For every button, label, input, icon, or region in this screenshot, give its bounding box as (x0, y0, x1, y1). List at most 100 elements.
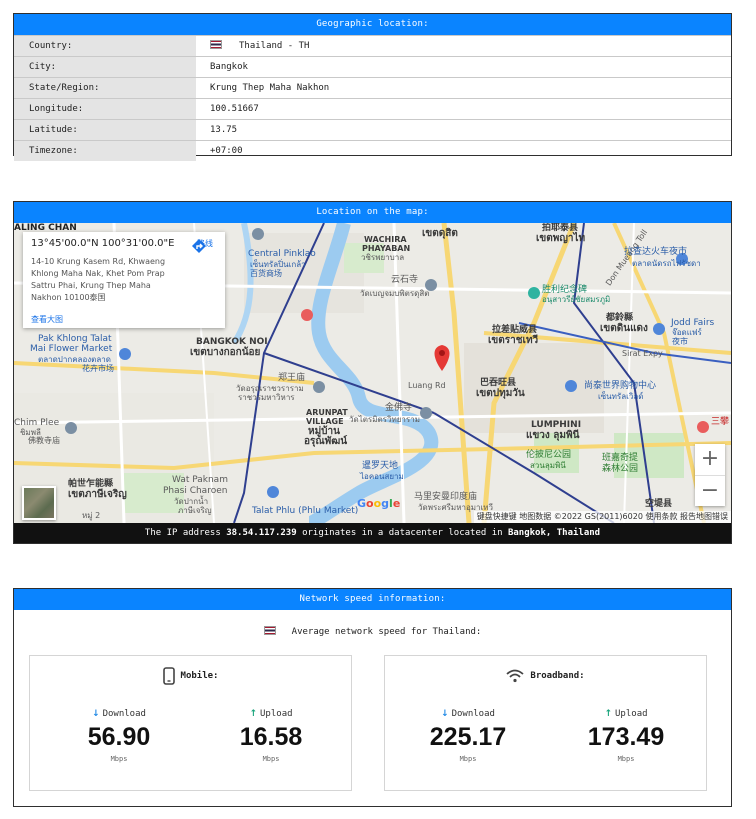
mobile-title: Mobile: (30, 664, 351, 688)
map-label: Jodd Fairs (671, 318, 715, 328)
ip-address: 38.54.117.239 (226, 528, 297, 538)
country-value: Thailand - TH (239, 41, 310, 51)
geo-row-region: State/Region: Krung Thep Maha Nakhon (14, 77, 731, 98)
unit-label: Mbps (110, 755, 128, 763)
upload-label: Upload (615, 709, 648, 719)
geo-row-city: City: Bangkok (14, 56, 731, 77)
map-label: เขตดินแดง (600, 323, 648, 334)
broadband-upload-value: 173.49 (587, 723, 665, 751)
map-label: 拉差贴威县 (492, 325, 538, 335)
map-label: อนุสาวรีย์ชัยสมรภูมิ (542, 295, 611, 304)
map-header: Location on the map: (14, 202, 731, 223)
map-label: วัดไตรมิตรวิทยาราม (349, 415, 420, 424)
map-label: ตลาดนัดรถไฟรัชดา (632, 259, 701, 268)
map-label: เขตภาษีเจริญ (68, 489, 127, 500)
map-attribution[interactable]: 键盘快捷键 地图数据 ©2022 GS(2011)6020 使用条款 报告地图错… (473, 511, 731, 523)
directions-button[interactable]: 路线 (191, 238, 219, 253)
info-coordinates: 13°45'00.0"N 100°31'00.0"E (31, 238, 175, 249)
map-label: Talat Phlu (Phlu Market) (252, 506, 359, 516)
map-label: 班嘉奇提 (602, 453, 639, 463)
speed-header: Network speed information: (14, 589, 731, 610)
mobile-upload-value: 16.58 (239, 723, 303, 751)
map-label: สวนลุมพินี (530, 461, 566, 470)
map-label: 空堤县 (645, 499, 673, 509)
map-label: 巴吞旺县 (480, 378, 517, 388)
average-label: Average network speed for Thailand: (291, 627, 482, 637)
geo-row-country: Country: Thailand - TH (14, 35, 731, 56)
download-arrow-icon: ↓ (441, 709, 449, 719)
map-label: เซ็นทรัลเวิลด์ (598, 392, 644, 401)
map-panel: Location on the map: 13°45'00.0"N 100°31… (13, 201, 732, 544)
map-label: ALING CHAN (14, 223, 77, 233)
download-label: Download (102, 709, 146, 719)
geo-value: Bangkok (210, 62, 248, 72)
geo-value: Thailand - TH (196, 36, 731, 56)
map-label: 花卉市场 (82, 364, 114, 373)
mobile-phone-icon (162, 666, 175, 685)
download-label: Download (451, 709, 495, 719)
upload-label: Upload (260, 709, 293, 719)
mobile-download-value: 56.90 (87, 723, 151, 751)
map-label: 三攀 (711, 417, 730, 427)
ip-prefix: The IP address (144, 528, 221, 538)
google-logo: Google (357, 497, 401, 510)
map-label: 尚泰世界购物中心 (584, 381, 657, 391)
geo-header: Geographic location: (14, 14, 731, 35)
zoom-out-button[interactable]: − (695, 476, 725, 507)
upload-label-row: ↑ Upload (211, 708, 331, 720)
download-arrow-icon: ↓ (92, 709, 100, 719)
map-label: เขตปทุมวัน (476, 388, 525, 399)
map-label: 佛教寺庙 (28, 436, 60, 445)
map-label: LUMPHINI (531, 420, 582, 430)
map-label: 暹罗天地 (362, 461, 399, 471)
broadband-title: Broadband: (385, 664, 706, 688)
geo-key: Country: (14, 36, 196, 56)
geo-key: Longitude: (14, 99, 196, 119)
thailand-flag-icon (210, 40, 222, 49)
mobile-upload-metric: ↑ Upload 16.58 Mbps (211, 708, 331, 763)
satellite-toggle-button[interactable] (22, 486, 56, 520)
map-label: ภาษีเจริญ (178, 506, 212, 515)
zoom-in-button[interactable]: + (695, 444, 725, 476)
geo-value: Krung Thep Maha Nakhon (210, 83, 330, 93)
map-label: 云石寺 (391, 275, 419, 285)
map-label: Mai Flower Market (30, 344, 113, 354)
map-label: 拉查达火车夜市 (624, 247, 688, 257)
directions-icon (192, 239, 206, 253)
map-label: 马里安曼印度庙 (414, 492, 478, 502)
map-label: Luang Rd (408, 381, 446, 390)
geographic-location-panel: Geographic location: Country: Thailand -… (13, 13, 732, 161)
upload-arrow-icon: ↑ (604, 709, 613, 719)
broadband-download-metric: ↓ Download 225.17 Mbps (408, 708, 528, 763)
geo-key: City: (14, 57, 196, 77)
geo-value: +07:00 (210, 146, 243, 156)
map-label: เขตพญาไท (536, 233, 586, 244)
network-speed-panel: Network speed information: Average netwo… (13, 588, 732, 807)
upload-arrow-icon: ↑ (249, 709, 258, 719)
map-label: 都鈴縣 (606, 313, 634, 323)
ip-summary-bar: The IP address 38.54.117.239 originates … (14, 523, 731, 543)
google-map[interactable]: 13°45'00.0"N 100°31'00.0"E 14-10 Krung K… (14, 223, 731, 523)
view-larger-map-link[interactable]: 查看大图 (31, 314, 63, 325)
geo-row-longitude: Longitude: 100.51667 (14, 98, 731, 119)
map-label: 森林公园 (602, 464, 639, 474)
thailand-flag-icon (263, 626, 276, 635)
map-label: 伦披尼公园 (526, 450, 572, 460)
map-label: เขตดุสิต (422, 228, 458, 239)
unit-label: Mbps (459, 755, 477, 763)
location-info-card: 13°45'00.0"N 100°31'00.0"E 14-10 Krung K… (23, 232, 225, 328)
map-label: อรุณพัฒน์ (304, 436, 348, 447)
geo-row-latitude: Latitude: 13.75 (14, 119, 731, 140)
map-label: Wat Paknam (172, 475, 228, 485)
map-label: แขวง ลุมพินี (526, 430, 580, 441)
mobile-download-metric: ↓ Download 56.90 Mbps (59, 708, 179, 763)
geo-key: Latitude: (14, 120, 196, 140)
map-label: เขตราชเทวี (488, 335, 539, 346)
geo-key: Timezone: (14, 141, 196, 161)
map-label: 金佛寺 (385, 403, 413, 413)
unit-label: Mbps (262, 755, 280, 763)
map-label: 百货商场 (250, 269, 282, 278)
ip-middle: originates in a datacenter located in (302, 528, 503, 538)
map-label: หมู่ 2 (82, 511, 101, 520)
geo-row-timezone: Timezone: +07:00 (14, 140, 731, 161)
